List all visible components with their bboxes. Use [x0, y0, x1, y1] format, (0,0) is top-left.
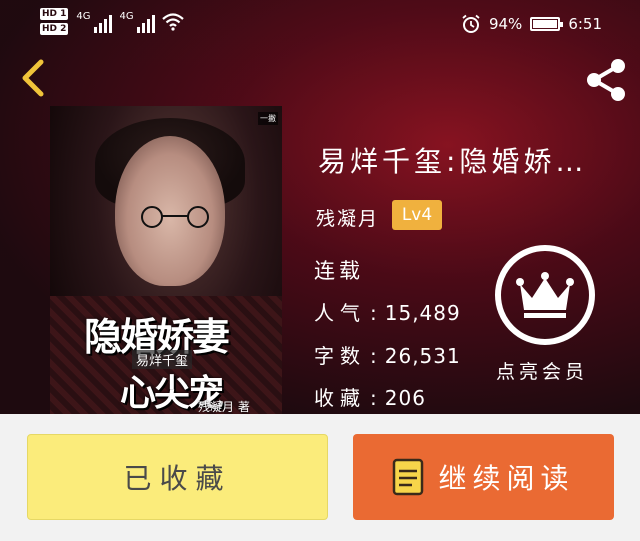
stat-favorites: 收藏:206 [314, 386, 426, 410]
book-cover[interactable]: 一撇 隐婚娇妻 易烊千玺 心尖宠 残凝月 著 [50, 106, 282, 414]
continue-reading-button[interactable]: 继续阅读 [353, 434, 614, 520]
stat-popularity: 人气:15,489 [314, 301, 461, 325]
author-name[interactable]: 残凝月 [316, 204, 379, 231]
share-icon [587, 59, 625, 101]
cover-author: 残凝月 著 [198, 400, 250, 414]
wifi-icon [161, 12, 184, 31]
hd2-badge: HD 2 [40, 23, 69, 35]
stat-word-count: 字数:26,531 [314, 344, 461, 368]
continue-reading-label: 继续阅读 [438, 462, 575, 495]
hd1-badge: HD 1 [40, 8, 69, 20]
back-arrow-icon [22, 59, 44, 97]
book-header: HD 1 HD 2 4G 4G 94% 6:51 一撇 隐婚娇妻 易烊千玺 心尖… [0, 0, 640, 414]
battery-icon [530, 17, 564, 31]
clock: 6:51 [568, 15, 602, 33]
back-button[interactable] [14, 56, 54, 100]
action-bar: 已收藏 继续阅读 [0, 414, 640, 541]
collected-button[interactable]: 已收藏 [27, 434, 328, 520]
cover-tag: 一撇 [258, 112, 278, 125]
author-level-badge: Lv4 [392, 200, 442, 230]
collected-label: 已收藏 [123, 462, 232, 495]
share-button[interactable] [580, 54, 632, 106]
vip-button[interactable]: 点亮会员 [490, 243, 600, 393]
battery-percent: 94% [488, 15, 523, 33]
crown-icon [516, 272, 574, 318]
alarm-icon [462, 14, 480, 33]
signal-2-icon: 4G [120, 11, 155, 33]
status-bar: HD 1 HD 2 4G 4G 94% 6:51 [0, 0, 640, 50]
vip-label: 点亮会员 [496, 361, 589, 383]
book-title: 易烊千玺:隐婚娇… [318, 145, 588, 178]
book-icon [393, 458, 424, 496]
serial-status: 连载 [314, 259, 364, 283]
glasses-graphic [141, 206, 209, 228]
signal-1-icon: 4G [76, 11, 112, 33]
